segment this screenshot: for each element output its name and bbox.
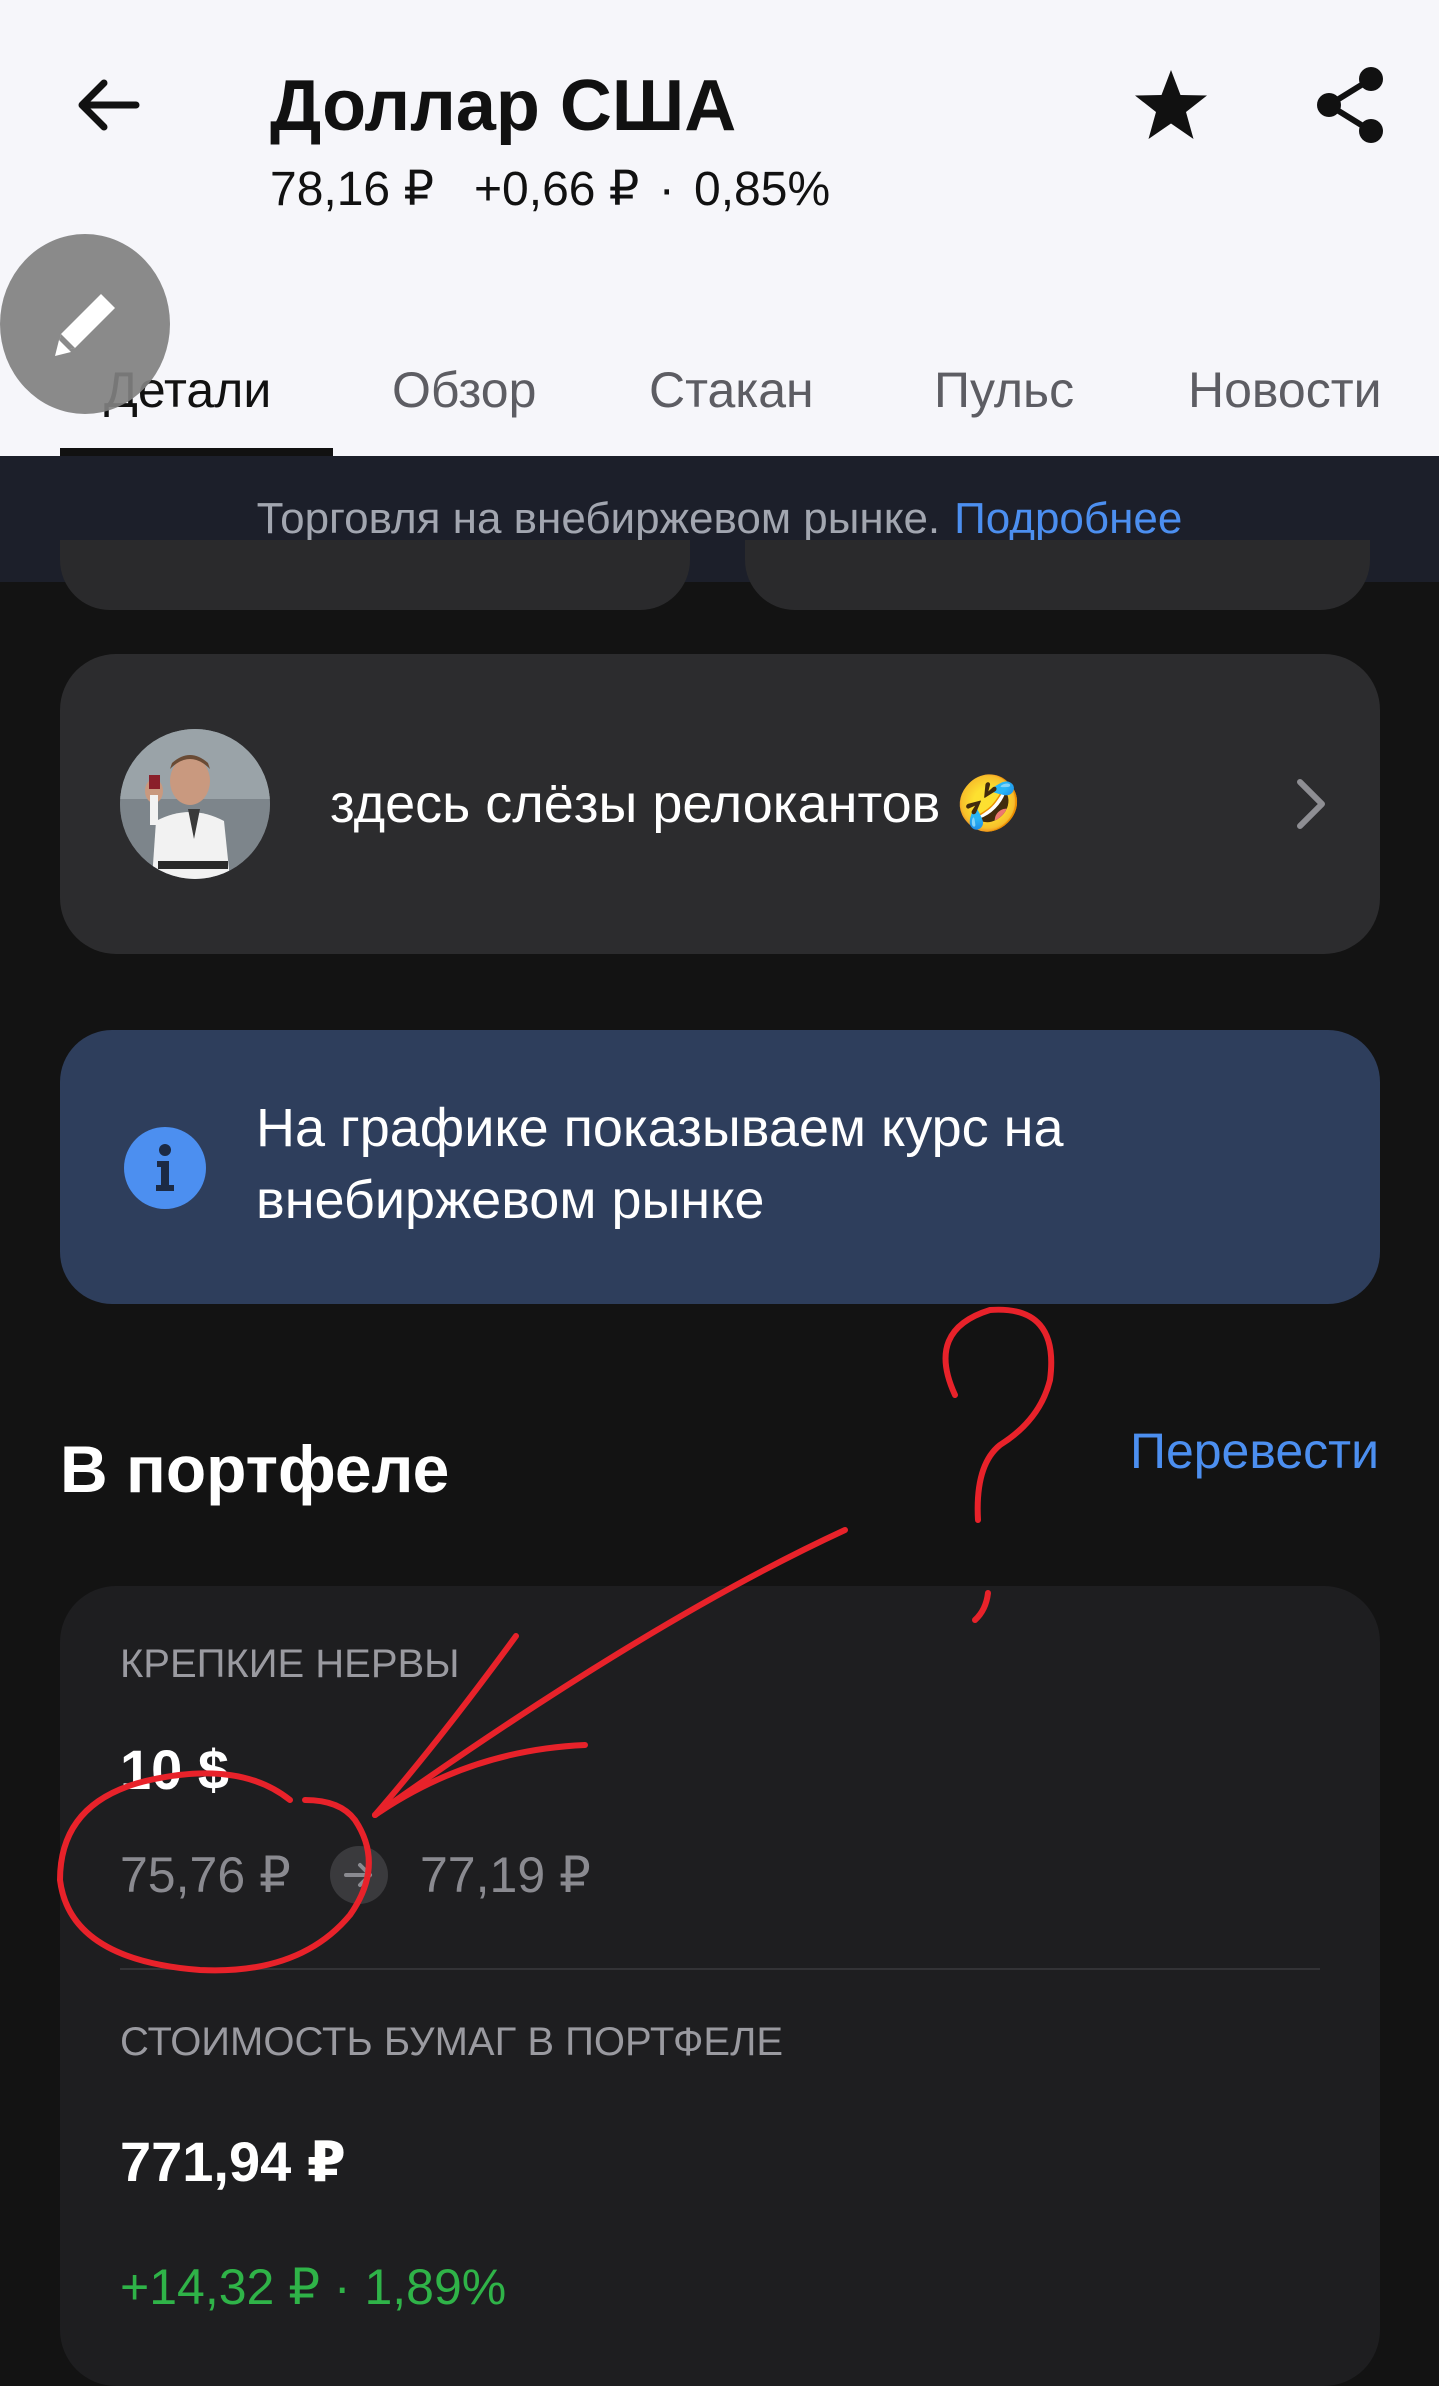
banner-text: Торговля на внебиржевом рынке.: [256, 494, 941, 543]
star-icon: [1135, 70, 1207, 139]
back-button[interactable]: [62, 60, 152, 150]
pulse-post-card[interactable]: здесь слёзы релокантов 🤣: [60, 654, 1380, 954]
tab-bar: Детали Обзор Стакан Пульс Новости: [0, 320, 1439, 456]
average-buy-rate: 75,76 ₽: [120, 1847, 291, 1903]
instrument-title: Доллар США: [270, 66, 737, 146]
chevron-right-icon: [1297, 779, 1325, 829]
portfolio-card: КРЕПКИЕ НЕРВЫ 10 $ 75,76 ₽ 77,19 ₽ СТОИМ…: [60, 1586, 1380, 2386]
pencil-icon: [55, 294, 115, 356]
portfolio-value-label: СТОИМОСТЬ БУМАГ В ПОРТФЕЛЕ: [120, 2020, 784, 2064]
info-icon: [124, 1127, 206, 1209]
tab-overview[interactable]: Обзор: [392, 340, 536, 440]
portfolio-section-title: В портфеле: [60, 1432, 450, 1506]
edit-button[interactable]: [0, 234, 170, 414]
tab-news[interactable]: Новости: [1188, 340, 1382, 440]
account-name: КРЕПКИЕ НЕРВЫ: [120, 1642, 460, 1686]
partial-card-right: [745, 540, 1370, 610]
holding-amount: 10 $: [120, 1738, 229, 1801]
active-tab-indicator: [60, 448, 333, 456]
arrow-right-icon: [330, 1846, 388, 1904]
portfolio-value-change: +14,32 ₽ · 1,89%: [120, 2259, 507, 2315]
separator-dot: ·: [658, 163, 675, 216]
question-mark-stroke: [942, 1306, 1055, 1523]
price-change-abs: +0,66 ₽: [474, 163, 640, 216]
tab-orderbook[interactable]: Стакан: [649, 340, 814, 440]
portfolio-value: 771,94 ₽: [120, 2130, 346, 2193]
share-button[interactable]: [1303, 58, 1397, 152]
share-icon: [1317, 67, 1383, 143]
chart-info-notice: На графике показываем курс на внебиржево…: [60, 1030, 1380, 1304]
price-line: 78,16 ₽ +0,66 ₽ · 0,85%: [270, 160, 830, 220]
transfer-button[interactable]: Перевести: [1130, 1416, 1379, 1486]
banner-more-link[interactable]: Подробнее: [954, 494, 1182, 544]
partial-card-left: [60, 540, 690, 610]
price-change-pct: 0,85%: [694, 163, 831, 216]
pulse-post-text: здесь слёзы релокантов 🤣: [330, 774, 1023, 834]
favorite-button[interactable]: [1124, 58, 1218, 152]
card-divider: [120, 1968, 1320, 1970]
current-price: 78,16 ₽: [270, 163, 434, 216]
current-rate: 77,19 ₽: [420, 1847, 591, 1903]
arrow-left-icon: [78, 79, 140, 131]
tab-pulse[interactable]: Пульс: [934, 340, 1074, 440]
avatar: [120, 729, 270, 879]
info-text: На графике показываем курс на внебиржево…: [256, 1098, 1064, 1230]
app-header: Доллар США 78,16 ₽ +0,66 ₽ · 0,85% Детал…: [0, 0, 1439, 456]
